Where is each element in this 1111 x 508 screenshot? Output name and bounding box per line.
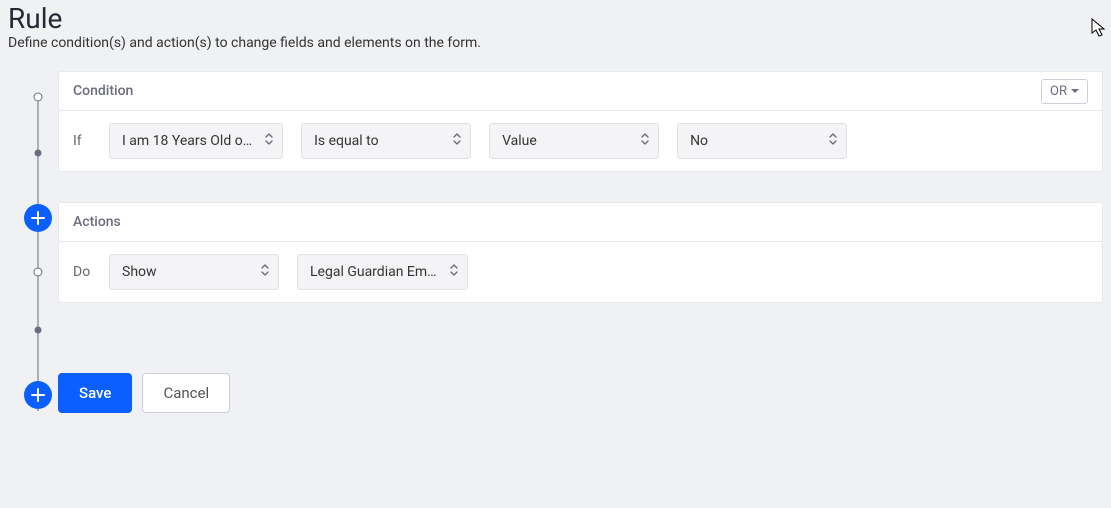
action-lead: Do (73, 264, 91, 280)
condition-header: Condition OR (58, 71, 1103, 111)
page-title: Rule (8, 2, 1103, 35)
select-arrows-icon (828, 132, 838, 150)
page-subtitle: Define condition(s) and action(s) to cha… (8, 35, 1103, 51)
action-type-select[interactable]: Show (109, 254, 279, 290)
condition-value-value: No (690, 133, 708, 149)
select-arrows-icon (640, 132, 650, 150)
select-arrows-icon (260, 263, 270, 281)
action-row: Do Show Legal Guardian Em… (58, 242, 1103, 303)
cursor-pointer-icon (1091, 18, 1109, 42)
action-target-select[interactable]: Legal Guardian Em… (297, 254, 468, 290)
condition-label: Condition (73, 83, 133, 99)
condition-type-select[interactable]: Value (489, 123, 659, 159)
actions-label: Actions (73, 214, 121, 230)
action-type-value: Show (122, 264, 157, 280)
action-target-value: Legal Guardian Em… (310, 264, 437, 280)
condition-row: If I am 18 Years Old o… Is equal to Valu… (58, 111, 1103, 172)
condition-field-select[interactable]: I am 18 Years Old o… (109, 123, 283, 159)
save-button[interactable]: Save (58, 373, 132, 413)
cancel-button[interactable]: Cancel (142, 373, 230, 413)
caret-down-icon (1071, 89, 1079, 93)
condition-value-select[interactable]: No (677, 123, 847, 159)
select-arrows-icon (452, 132, 462, 150)
or-label: OR (1050, 84, 1067, 99)
condition-operator-select[interactable]: Is equal to (301, 123, 471, 159)
actions-header: Actions (58, 202, 1103, 242)
select-arrows-icon (264, 132, 274, 150)
condition-operator-value: Is equal to (314, 133, 379, 149)
add-condition-button[interactable] (24, 204, 52, 232)
or-dropdown[interactable]: OR (1041, 79, 1088, 104)
add-action-button[interactable] (24, 381, 52, 409)
select-arrows-icon (449, 263, 459, 281)
condition-field-value: I am 18 Years Old o… (122, 133, 252, 149)
condition-lead: If (73, 133, 91, 149)
condition-type-value: Value (502, 133, 537, 149)
